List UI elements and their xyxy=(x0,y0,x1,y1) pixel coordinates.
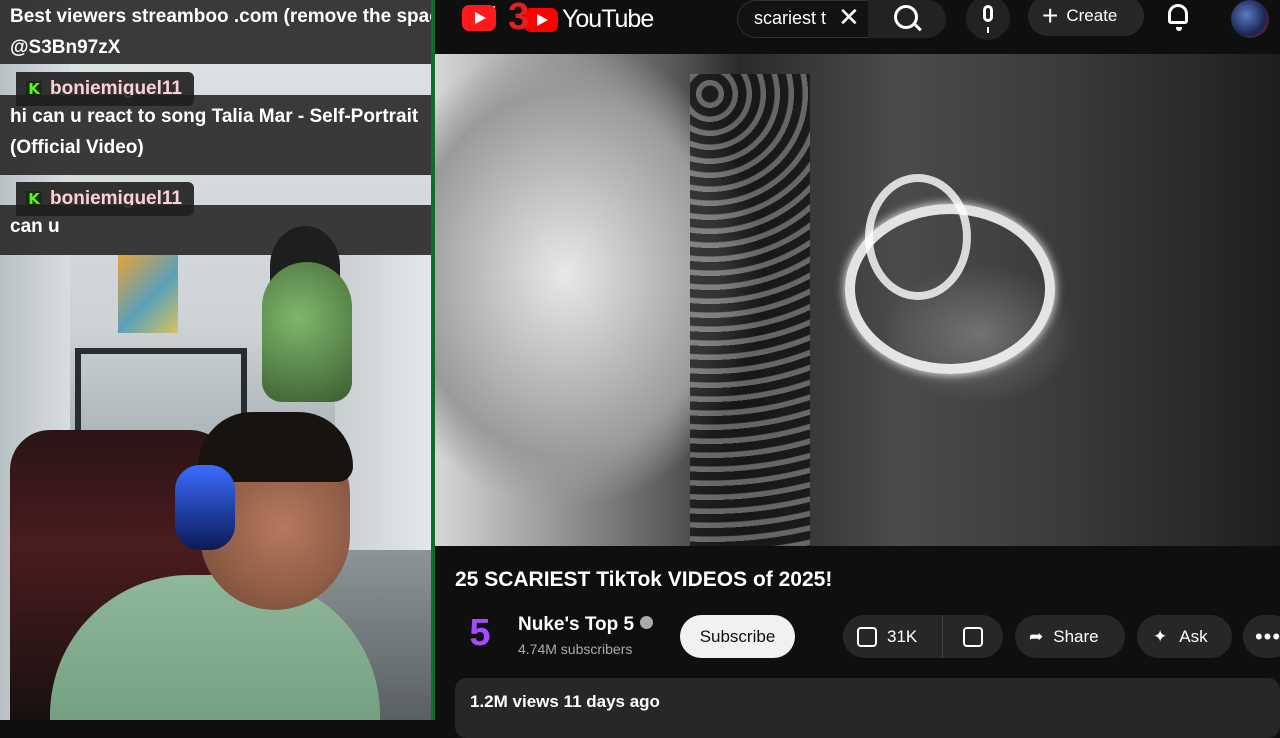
share-button[interactable]: ➦ Share xyxy=(1015,615,1125,658)
sparkle-icon: ✦ xyxy=(1153,626,1168,646)
dislike-button[interactable] xyxy=(943,615,1003,658)
chat-message-text: hi can u react to song Talia Mar - Self-… xyxy=(10,106,419,158)
verified-icon xyxy=(640,616,654,630)
create-label: Create xyxy=(1066,6,1118,25)
subscriber-count: 4.74M subscribers xyxy=(518,641,633,657)
like-dislike-group: 31K xyxy=(843,615,1003,658)
share-icon: ➦ xyxy=(1029,626,1044,646)
more-icon: ••• xyxy=(1254,623,1280,649)
channel-name[interactable]: Nuke's Top 5 xyxy=(518,614,654,636)
channel-avatar-text: 5 xyxy=(469,611,491,654)
subscribe-button[interactable]: Subscribe xyxy=(680,615,795,658)
video-title: 25 SCARIEST TikTok VIDEOS of 2025! xyxy=(455,568,833,591)
thumbs-down-icon xyxy=(963,626,983,647)
wall-poster xyxy=(118,255,178,333)
chat-message: hi can u react to song Talia Mar - Self-… xyxy=(0,95,483,175)
notifications-bell-icon[interactable] xyxy=(1168,4,1188,31)
channel-avatar[interactable]: 5 xyxy=(457,610,503,656)
plus-icon: + xyxy=(1042,0,1059,31)
ask-button[interactable]: ✦ Ask xyxy=(1137,615,1232,658)
like-count: 31K xyxy=(887,626,918,646)
share-label: Share xyxy=(1053,626,1099,646)
thumbs-up-icon xyxy=(857,626,877,647)
create-button[interactable]: + Create xyxy=(1028,0,1144,36)
views-and-date: 1.2M views 11 days ago xyxy=(470,692,660,711)
more-actions-button[interactable]: ••• xyxy=(1243,615,1280,658)
youtube-logo-text: YouTube xyxy=(562,5,654,33)
video-frame-shape xyxy=(865,174,971,300)
chat-message-text: Best viewers streamboo .com (remove the … xyxy=(10,6,457,58)
youtube-viewer-counter: 3 xyxy=(462,0,529,39)
search-box[interactable]: ✕ xyxy=(737,0,869,38)
channel-name-text: Nuke's Top 5 xyxy=(518,614,635,635)
plush-toy xyxy=(262,262,352,402)
youtube-icon xyxy=(462,4,496,31)
headset-icon xyxy=(175,465,235,550)
search-input[interactable] xyxy=(754,5,830,31)
chat-message: Best viewers streamboo .com (remove the … xyxy=(0,0,483,64)
search-icon xyxy=(894,5,918,29)
chat-message: can u xyxy=(0,205,483,255)
youtube-logo[interactable]: YouTube xyxy=(524,5,654,34)
close-icon[interactable]: ✕ xyxy=(838,4,860,30)
microphone-icon xyxy=(983,5,993,33)
search-button[interactable] xyxy=(868,0,946,38)
ask-label: Ask xyxy=(1179,626,1208,646)
video-player[interactable] xyxy=(435,54,1280,546)
like-button[interactable]: 31K xyxy=(843,615,943,658)
youtube-viewer-count: 3 xyxy=(508,0,530,38)
chat-message-text: can u xyxy=(10,216,60,237)
account-avatar[interactable] xyxy=(1231,0,1269,38)
video-frame-texture xyxy=(690,74,810,546)
